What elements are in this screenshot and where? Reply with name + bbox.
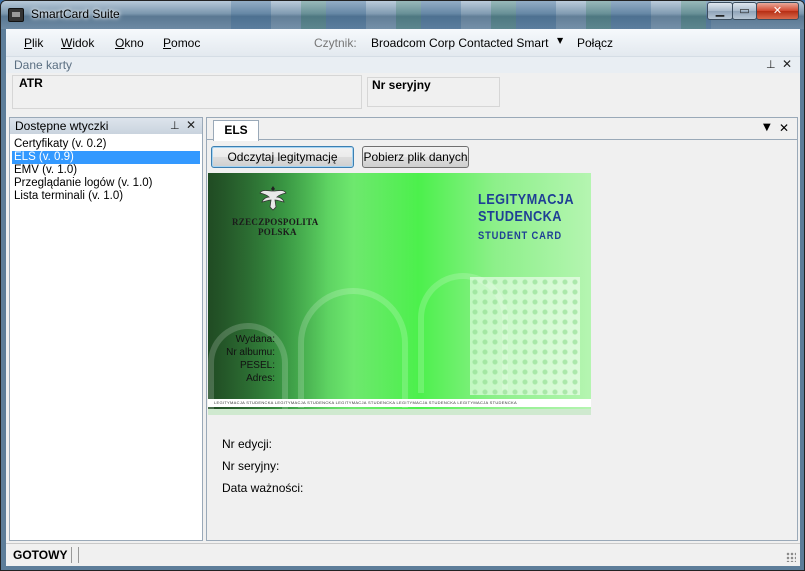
atr-box: ATR	[12, 75, 362, 109]
status-bar: GOTOWY	[6, 543, 800, 566]
card-arch	[298, 288, 408, 408]
app-icon[interactable]	[8, 8, 24, 22]
expiry-date-label: Data ważności:	[222, 481, 304, 495]
menu-pomoc[interactable]: Pomoc	[163, 36, 200, 50]
status-text: GOTOWY	[13, 548, 68, 562]
card-title-line3: STUDENT CARD	[478, 230, 562, 242]
reader-label: Czytnik:	[314, 36, 357, 50]
main-window: SmartCard Suite ▁ ▭ ✕ Plik Widok Okno Po…	[0, 0, 805, 571]
els-document: Odczytaj legitymację Pobierz plik danych…	[207, 141, 797, 540]
maximize-icon: ▭	[739, 4, 750, 17]
card-title-line1: LEGITYMACJA	[478, 191, 575, 208]
status-separator	[71, 547, 79, 563]
close-icon[interactable]: ✕	[779, 121, 789, 135]
serial-number-label: Nr seryjny:	[222, 459, 280, 473]
card-data-panel: ATR Nr seryjny	[6, 73, 800, 115]
student-card-image: RZECZPOSPOLITA POLSKA LEGITYMACJA STUDEN…	[208, 173, 591, 415]
resize-grip-icon[interactable]	[786, 552, 796, 562]
client-area: Plik Widok Okno Pomoc Czytnik: Broadcom …	[6, 29, 800, 566]
maximize-button[interactable]: ▭	[732, 2, 757, 20]
plugins-panel-header: Dostępne wtyczki ⊥ ✕	[10, 118, 202, 134]
card-field-pesel: PESEL:	[239, 360, 275, 371]
window-title: SmartCard Suite	[31, 7, 120, 21]
tab-strip: ELS ▼ ✕	[207, 118, 797, 141]
card-data-panel-title: Dane karty	[14, 58, 73, 72]
card-country-line2: POLSKA	[258, 227, 297, 237]
minimize-button[interactable]: ▁	[707, 2, 733, 20]
close-icon: ✕	[772, 4, 783, 17]
document-area: ELS ▼ ✕ Odczytaj legitymację Pobierz pli…	[206, 117, 798, 541]
card-data-panel-header: Dane karty ⊥ ✕	[6, 57, 800, 73]
card-country-line1: RZECZPOSPOLITA	[232, 217, 319, 227]
reader-select[interactable]: Broadcom Corp Contacted Smart	[371, 36, 548, 50]
close-icon[interactable]: ✕	[782, 57, 792, 71]
close-button[interactable]: ✕	[756, 2, 799, 20]
read-card-button[interactable]: Odczytaj legitymację	[211, 146, 354, 168]
serial-label: Nr seryjny	[372, 78, 431, 92]
serial-box: Nr seryjny	[367, 77, 500, 107]
card-field-adres: Adres:	[246, 373, 275, 384]
chevron-down-icon[interactable]: ▼	[557, 36, 563, 45]
plugins-panel: Dostępne wtyczki ⊥ ✕ Certyfikaty (v. 0.2…	[9, 117, 203, 541]
title-bar[interactable]: SmartCard Suite ▁ ▭ ✕	[1, 1, 804, 29]
eagle-emblem-icon	[259, 186, 287, 211]
connect-button[interactable]: Połącz	[577, 36, 613, 50]
menu-plik[interactable]: Plik	[24, 36, 43, 50]
pin-icon[interactable]: ⊥	[766, 58, 776, 71]
plugin-item-terminals[interactable]: Lista terminali (v. 1.0)	[12, 190, 200, 203]
plugin-item-logs[interactable]: Przeglądanie logów (v. 1.0)	[12, 177, 200, 190]
menu-bar: Plik Widok Okno Pomoc Czytnik: Broadcom …	[6, 29, 800, 57]
title-bar-decoration	[231, 1, 711, 29]
menu-widok[interactable]: Widok	[61, 36, 94, 50]
plugin-item-emv[interactable]: EMV (v. 1.0)	[12, 164, 200, 177]
card-stripe-text: LEGITYMACJA STUDENCKA LEGITYMACJA STUDEN…	[214, 400, 517, 405]
card-field-wydana: Wydana:	[235, 334, 275, 345]
plugin-item-els[interactable]: ELS (v. 0.9)	[12, 151, 200, 164]
card-photo-area	[470, 277, 580, 395]
plugins-panel-title: Dostępne wtyczki	[15, 119, 109, 133]
card-title-line2: STUDENCKA	[478, 208, 562, 225]
edition-number-label: Nr edycji:	[222, 437, 273, 451]
minimize-icon: ▁	[715, 4, 725, 17]
tab-els[interactable]: ELS	[213, 120, 259, 141]
close-icon[interactable]: ✕	[186, 118, 196, 132]
card-field-album: Nr albumu:	[226, 347, 275, 358]
chevron-down-icon[interactable]: ▼	[763, 122, 771, 133]
plugin-item-certyfikaty[interactable]: Certyfikaty (v. 0.2)	[12, 138, 200, 151]
menu-okno[interactable]: Okno	[115, 36, 144, 50]
atr-label: ATR	[19, 76, 43, 90]
fetch-data-button[interactable]: Pobierz plik danych	[362, 146, 469, 168]
pin-icon[interactable]: ⊥	[170, 119, 180, 132]
card-stripe-lower	[208, 409, 591, 415]
